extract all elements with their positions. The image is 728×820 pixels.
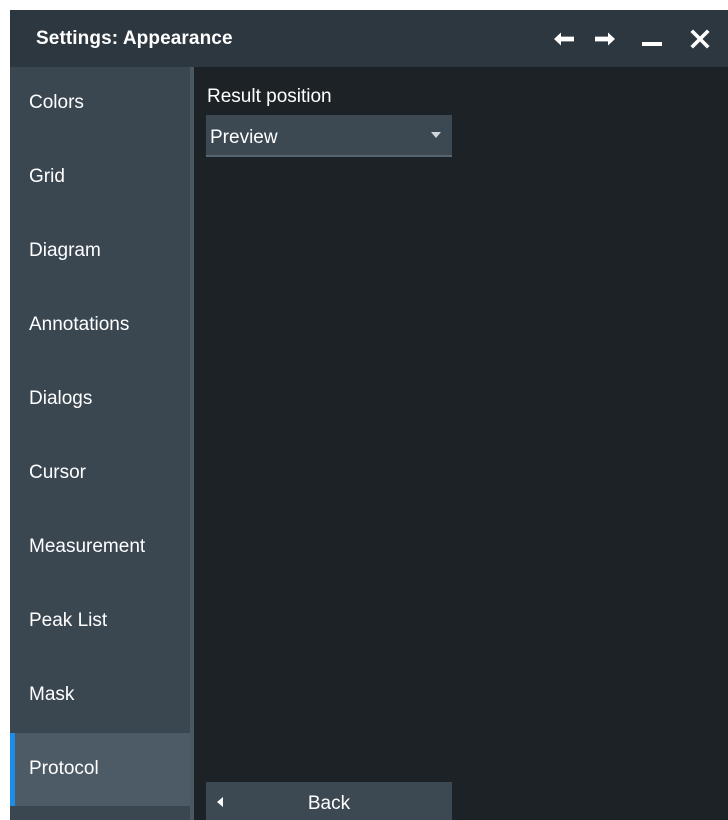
result-position-value: Preview [210, 127, 278, 148]
sidebar-item-measurement[interactable]: Measurement [10, 511, 190, 584]
sidebar-item-cursor[interactable]: Cursor [10, 437, 190, 510]
sidebar-item-label: Annotations [29, 314, 130, 335]
title-bar: Settings: Appearance [10, 10, 728, 67]
back-arrow-icon [554, 32, 574, 46]
sidebar: Colors Grid Diagram Annotations Dialogs … [10, 67, 190, 820]
sidebar-item-dialogs[interactable]: Dialogs [10, 363, 190, 436]
sidebar-item-label: Peak List [29, 610, 108, 631]
sidebar-item-protocol[interactable]: Protocol [10, 733, 190, 806]
minimize-button[interactable] [634, 21, 670, 57]
dialog-title: Settings: Appearance [36, 28, 233, 49]
chevron-down-icon [431, 132, 441, 138]
sidebar-divider [190, 67, 194, 820]
sidebar-item-label: Cursor [29, 462, 87, 483]
sidebar-item-diagram[interactable]: Diagram [10, 215, 190, 288]
sidebar-item-grid[interactable]: Grid [10, 141, 190, 214]
close-button[interactable] [682, 21, 718, 57]
close-icon [690, 29, 710, 49]
sidebar-item-label: Grid [29, 166, 65, 187]
back-arrow-button[interactable] [546, 21, 582, 57]
result-position-label: Result position [207, 86, 332, 107]
minimize-icon [642, 42, 662, 46]
back-button-label: Back [307, 793, 351, 814]
forward-arrow-icon [595, 32, 615, 46]
sidebar-item-colors[interactable]: Colors [10, 67, 190, 140]
sidebar-item-label: Colors [29, 92, 84, 113]
sidebar-item-label: Diagram [29, 240, 101, 261]
sidebar-item-label: Protocol [29, 758, 99, 779]
sidebar-item-annotations[interactable]: Annotations [10, 289, 190, 362]
sidebar-item-label: Measurement [29, 536, 146, 557]
sidebar-item-peak-list[interactable]: Peak List [10, 585, 190, 658]
sidebar-item-label: Mask [29, 684, 75, 705]
sidebar-item-label: Dialogs [29, 388, 93, 409]
result-position-dropdown[interactable]: Preview [206, 115, 452, 157]
settings-dialog: Settings: Appearance Colors Grid Diagram… [10, 10, 728, 820]
forward-arrow-button[interactable] [587, 21, 623, 57]
back-button[interactable]: Back [206, 782, 452, 820]
sidebar-item-mask[interactable]: Mask [10, 659, 190, 732]
